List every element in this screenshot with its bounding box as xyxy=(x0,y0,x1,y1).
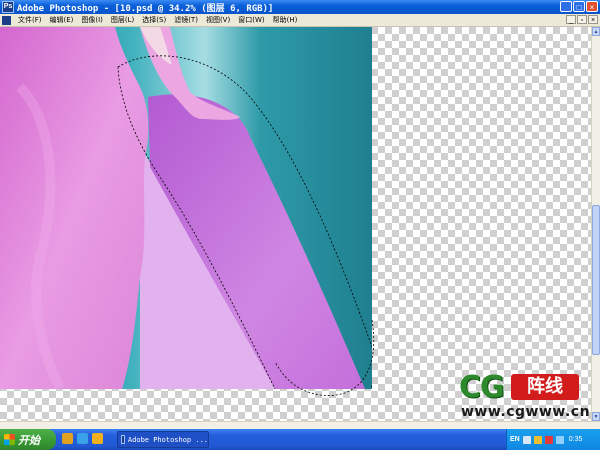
start-button[interactable]: 开始 xyxy=(0,429,56,450)
menu-view[interactable]: 视图(V) xyxy=(202,15,234,25)
language-indicator[interactable]: EN xyxy=(510,436,520,443)
window-controls: _ □ × xyxy=(560,1,598,12)
maximize-button[interactable]: □ xyxy=(573,1,585,12)
arrow-up-icon[interactable]: ▲ xyxy=(592,27,600,36)
window-title: Adobe Photoshop - [10.psd @ 34.2% (图层 6,… xyxy=(17,3,274,14)
windows-flag-icon xyxy=(4,434,15,445)
taskbar: 开始 Adobe Photoshop ... EN 0:35 xyxy=(0,429,600,450)
watermark-logo: CG xyxy=(459,370,505,405)
menu-layer[interactable]: 图层(L) xyxy=(107,15,138,25)
horizontal-scrollbar[interactable] xyxy=(0,421,600,429)
image-layer[interactable] xyxy=(0,27,372,389)
watermark-url: www.cgwww.cn xyxy=(461,404,591,420)
document-minimize-button[interactable]: _ xyxy=(566,15,576,24)
keyboard-icon[interactable] xyxy=(522,435,531,444)
watermark: CG 阵线 www.cgwww.cn xyxy=(459,370,591,422)
document-restore-button[interactable]: ▫ xyxy=(577,15,587,24)
browser-icon[interactable] xyxy=(77,433,88,444)
system-tray: EN 0:35 xyxy=(506,429,600,450)
menu-edit[interactable]: 编辑(E) xyxy=(46,15,78,25)
scroll-thumb[interactable] xyxy=(592,205,600,355)
taskbar-photoshop-button[interactable]: Adobe Photoshop ... xyxy=(117,431,209,448)
vertical-scrollbar[interactable]: ▲ ▼ xyxy=(591,27,600,421)
minimize-button[interactable]: _ xyxy=(560,1,572,12)
menu-file[interactable]: 文件(F) xyxy=(14,15,46,25)
pink-fabric xyxy=(0,27,149,389)
title-bar: Ps Adobe Photoshop - [10.psd @ 34.2% (图层… xyxy=(0,0,600,14)
volume-icon[interactable] xyxy=(555,435,564,444)
menu-select[interactable]: 选择(S) xyxy=(138,15,170,25)
close-button[interactable]: × xyxy=(586,1,598,12)
document-controls: _ ▫ × xyxy=(566,15,598,24)
media-icon[interactable] xyxy=(92,433,103,444)
menu-filter[interactable]: 滤镜(T) xyxy=(170,15,202,25)
menu-help[interactable]: 帮助(H) xyxy=(269,15,302,25)
menu-bar: 文件(F) 编辑(E) 图像(I) 图层(L) 选择(S) 滤镜(T) 视图(V… xyxy=(0,14,600,27)
watermark-badge: 阵线 xyxy=(511,374,579,400)
arrow-down-icon[interactable]: ▼ xyxy=(592,412,600,421)
network-icon[interactable] xyxy=(533,435,542,444)
security-icon[interactable] xyxy=(544,435,553,444)
menu-image[interactable]: 图像(I) xyxy=(77,15,107,25)
document-close-button[interactable]: × xyxy=(588,15,598,24)
quick-launch xyxy=(62,433,103,444)
document-icon[interactable] xyxy=(2,15,11,25)
start-label: 开始 xyxy=(18,434,40,447)
photoshop-icon[interactable]: Ps xyxy=(2,1,14,13)
clock[interactable]: 0:35 xyxy=(569,436,583,443)
explorer-icon[interactable] xyxy=(62,433,73,444)
artwork xyxy=(0,27,372,389)
photoshop-icon xyxy=(121,435,125,444)
document-canvas[interactable] xyxy=(0,27,591,421)
taskbar-photoshop-label: Adobe Photoshop ... xyxy=(127,435,208,444)
menu-window[interactable]: 窗口(W) xyxy=(234,15,268,25)
